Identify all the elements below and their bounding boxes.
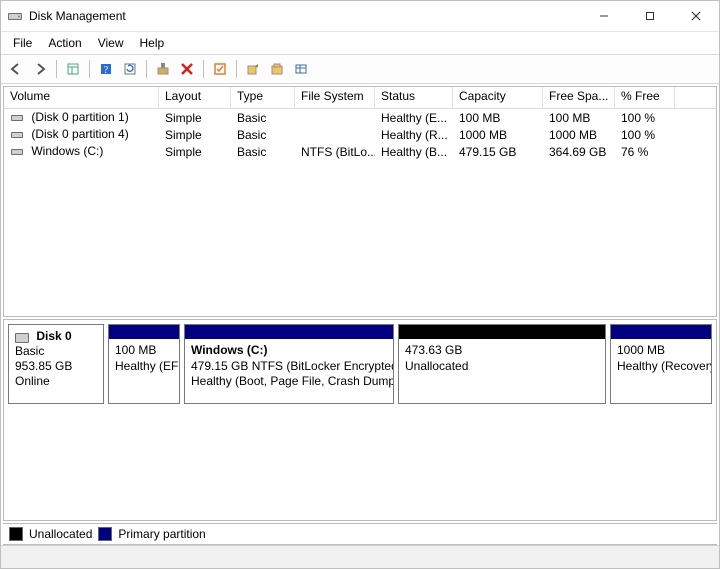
partition-unallocated[interactable]: 473.63 GB Unallocated [398,324,606,404]
volume-fs: NTFS (BitLo... [295,145,375,159]
partition-size: 100 MB [115,343,173,359]
partition-status: Unallocated [405,359,599,375]
menubar: File Action View Help [1,32,719,54]
close-button[interactable] [673,1,719,31]
menu-file[interactable]: File [5,34,40,52]
partition-title: Windows (C:) [191,343,268,357]
toolbar-separator [236,60,237,78]
disk-management-icon [7,8,23,24]
volume-layout: Simple [159,145,231,159]
partition-status: Healthy (Recovery P [617,359,705,375]
col-layout[interactable]: Layout [159,87,231,108]
volume-status: Healthy (E... [375,111,453,125]
help-button[interactable]: ? [95,58,117,80]
disk-graphical-view: Disk 0 Basic 953.85 GB Online 100 MB Hea… [3,319,717,521]
forward-button[interactable] [29,58,51,80]
legend-swatch-unallocated [9,527,23,541]
volume-layout: Simple [159,128,231,142]
legend-label-primary: Primary partition [118,527,205,541]
action-button-a[interactable] [242,58,264,80]
window: Disk Management File Action View Help [0,0,720,569]
drive-icon [10,145,24,159]
volume-pct: 100 % [615,128,675,142]
toolbar-separator [146,60,147,78]
menu-view[interactable]: View [90,34,132,52]
partition-windows-c[interactable]: Windows (C:) 479.15 GB NTFS (BitLocker E… [184,324,394,404]
partition-recovery[interactable]: 1000 MB Healthy (Recovery P [610,324,712,404]
properties-button[interactable] [209,58,231,80]
volume-type: Basic [231,145,295,159]
volume-free: 364.69 GB [543,145,615,159]
refresh-button[interactable] [119,58,141,80]
minimize-button[interactable] [581,1,627,31]
volume-list-header: Volume Layout Type File System Status Ca… [4,87,716,109]
volume-status: Healthy (B... [375,145,453,159]
col-pctfree[interactable]: % Free [615,87,675,108]
partition-header-primary [185,325,393,339]
volume-free: 100 MB [543,111,615,125]
volume-row[interactable]: Windows (C:) Simple Basic NTFS (BitLo...… [4,143,716,160]
volume-pct: 76 % [615,145,675,159]
delete-button[interactable] [176,58,198,80]
toolbar-separator [89,60,90,78]
svg-text:?: ? [104,65,109,76]
legend: Unallocated Primary partition [3,523,717,545]
disk-label: Disk 0 [36,329,71,343]
volume-status: Healthy (R... [375,128,453,142]
disk-type: Basic [15,344,97,359]
volume-row[interactable]: (Disk 0 partition 4) Simple Basic Health… [4,126,716,143]
volume-name: (Disk 0 partition 4) [31,127,128,141]
col-volume[interactable]: Volume [4,87,159,108]
volume-list[interactable]: Volume Layout Type File System Status Ca… [3,86,717,317]
partition-size: 479.15 GB NTFS (BitLocker Encrypted) [191,359,387,375]
volume-type: Basic [231,128,295,142]
volume-layout: Simple [159,111,231,125]
menu-action[interactable]: Action [40,34,89,52]
toolbar-separator [203,60,204,78]
drive-icon [10,111,24,125]
volume-capacity: 1000 MB [453,128,543,142]
partition-status: Healthy (Boot, Page File, Crash Dump, P [191,374,387,390]
toolbar-separator [56,60,57,78]
volume-row[interactable]: (Disk 0 partition 1) Simple Basic Health… [4,109,716,126]
volume-name: (Disk 0 partition 1) [31,110,128,124]
menu-help[interactable]: Help [132,34,173,52]
titlebar: Disk Management [1,1,719,32]
disk-info[interactable]: Disk 0 Basic 953.85 GB Online [8,324,104,404]
maximize-button[interactable] [627,1,673,31]
legend-swatch-primary [98,527,112,541]
partition-status: Healthy (EFI [115,359,173,375]
partition-efi[interactable]: 100 MB Healthy (EFI [108,324,180,404]
settings-button[interactable] [152,58,174,80]
action-button-b[interactable] [266,58,288,80]
window-title: Disk Management [29,9,126,23]
volume-type: Basic [231,111,295,125]
col-filesystem[interactable]: File System [295,87,375,108]
disk-icon [15,332,29,342]
legend-label-unallocated: Unallocated [29,527,92,541]
volume-capacity: 100 MB [453,111,543,125]
disk-size: 953.85 GB [15,359,97,374]
back-button[interactable] [5,58,27,80]
status-strip [1,545,719,568]
col-status[interactable]: Status [375,87,453,108]
partition-size: 473.63 GB [405,343,599,359]
disk-state: Online [15,374,97,389]
volume-pct: 100 % [615,111,675,125]
disk-row: Disk 0 Basic 953.85 GB Online 100 MB Hea… [4,320,716,408]
volume-name: Windows (C:) [31,144,103,158]
volume-free: 1000 MB [543,128,615,142]
col-type[interactable]: Type [231,87,295,108]
volume-capacity: 479.15 GB [453,145,543,159]
partition-size: 1000 MB [617,343,705,359]
col-capacity[interactable]: Capacity [453,87,543,108]
partition-header-primary [109,325,179,339]
col-free[interactable]: Free Spa... [543,87,615,108]
toolbar: ? [1,54,719,84]
partition-header-unallocated [399,325,605,339]
drive-icon [10,128,24,142]
show-hide-console-tree-button[interactable] [62,58,84,80]
action-button-c[interactable] [290,58,312,80]
partition-header-primary [611,325,711,339]
